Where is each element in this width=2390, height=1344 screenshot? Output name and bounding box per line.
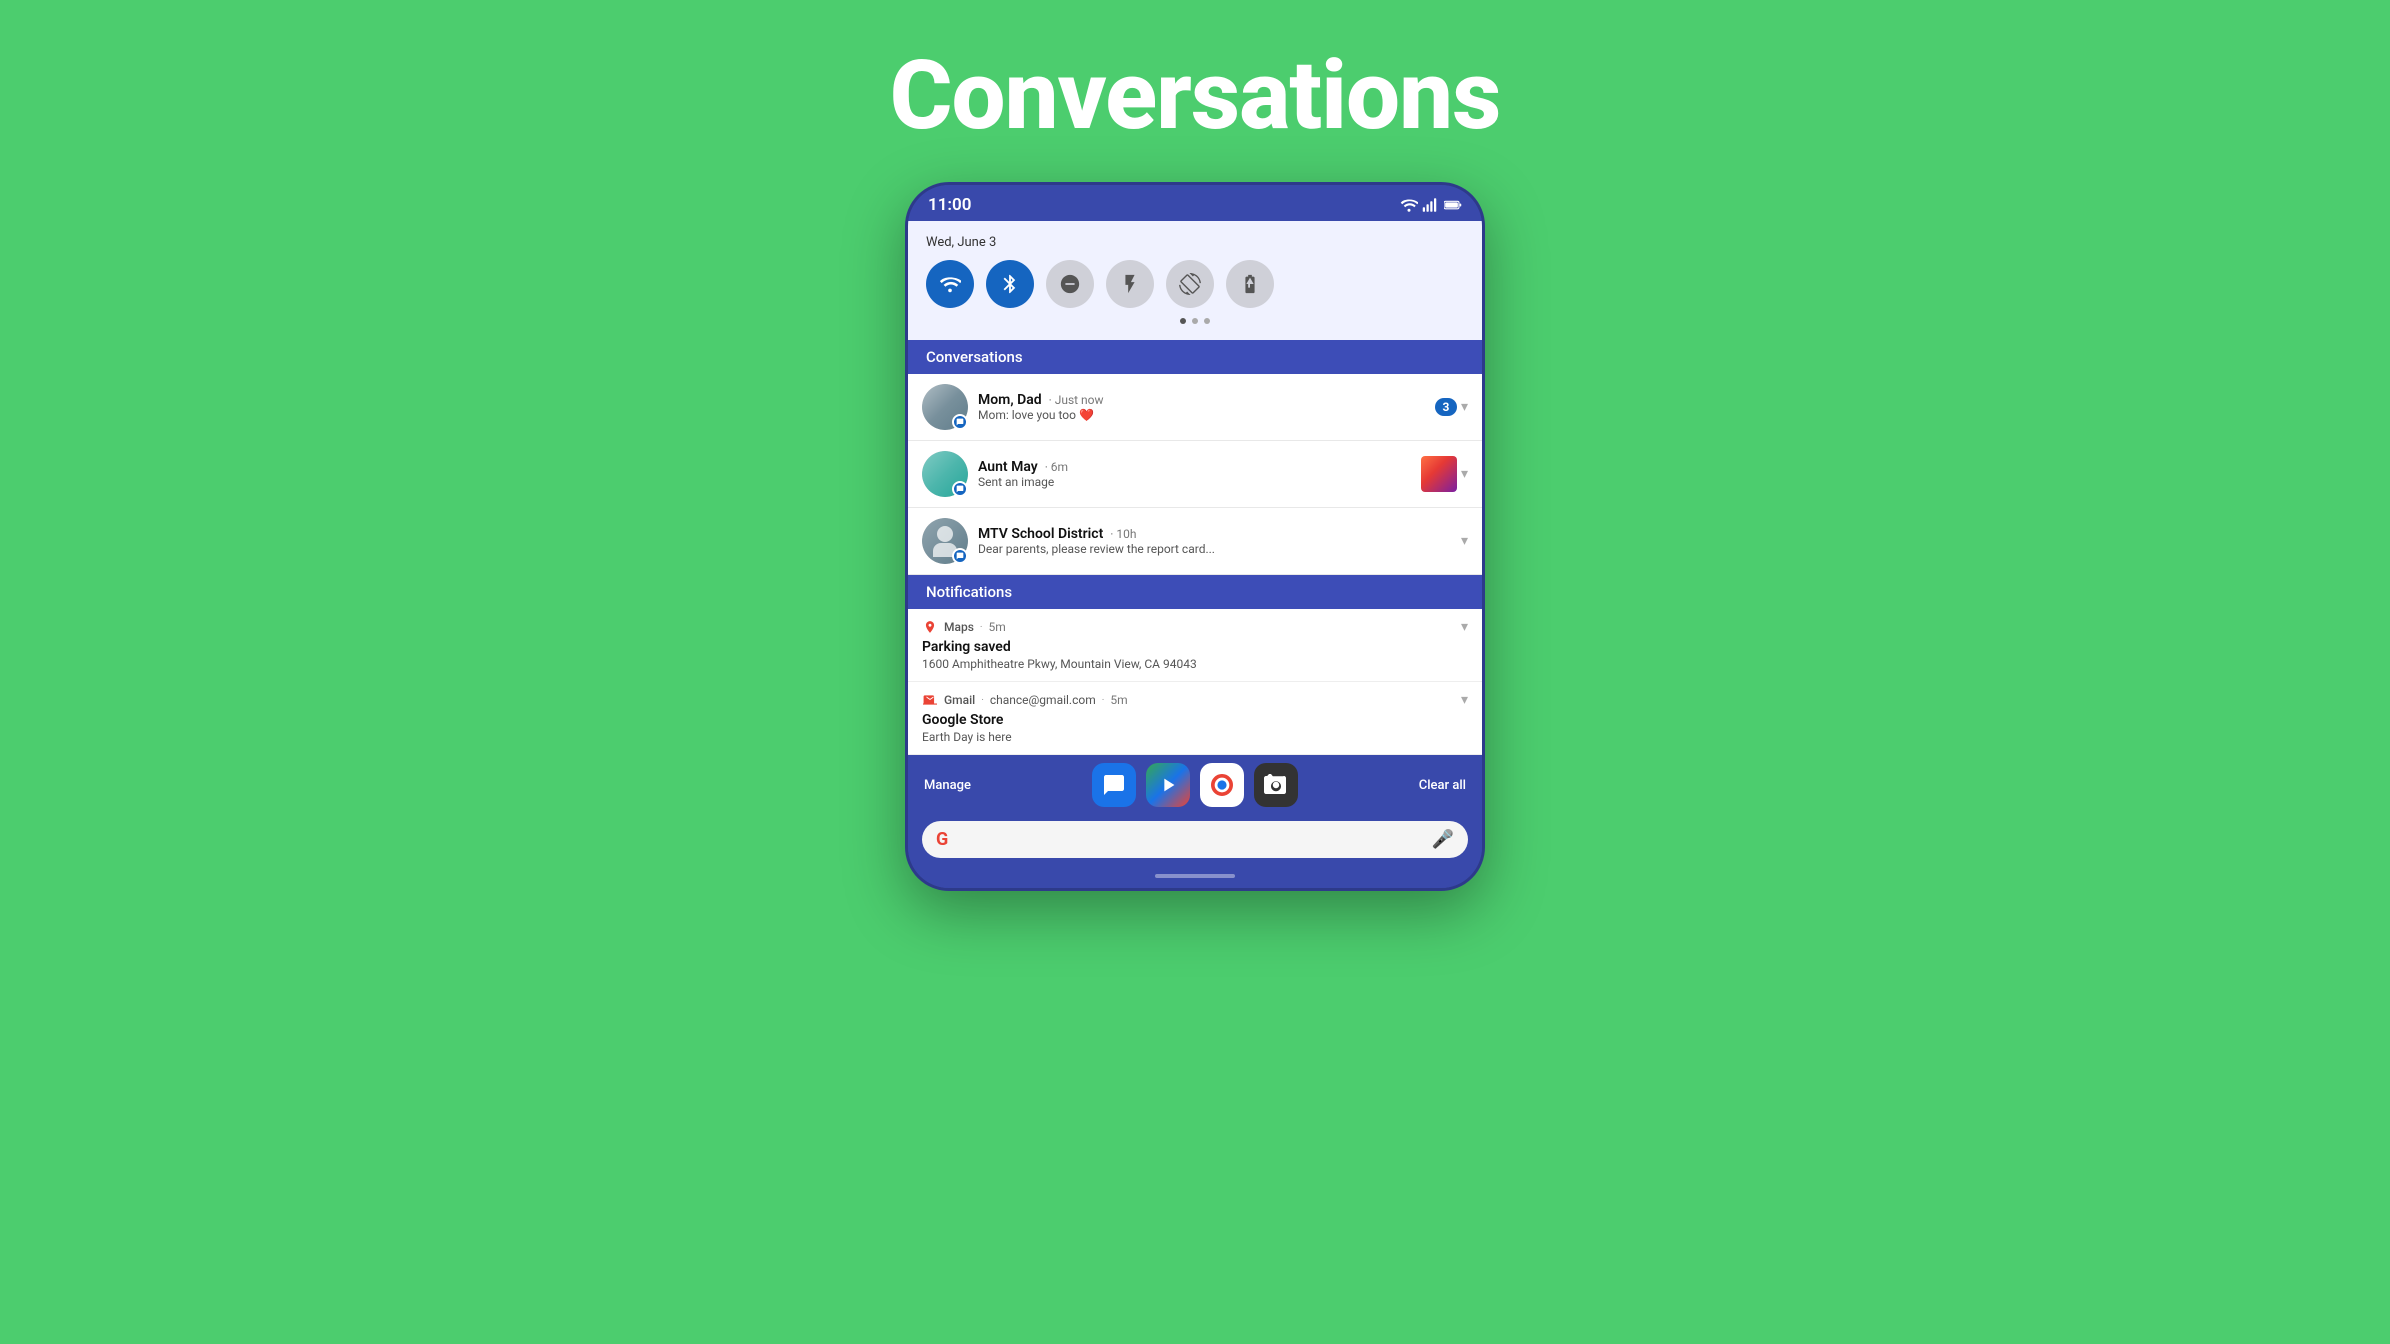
qs-battery-toggle[interactable]: [1226, 260, 1274, 308]
qs-flashlight-toggle[interactable]: [1106, 260, 1154, 308]
conv-right-aunt-may: ▾: [1421, 456, 1468, 492]
conv-message-2: Sent an image: [978, 475, 1411, 489]
conversations-header: Conversations: [908, 340, 1482, 374]
gmail-notif-title: Google Store: [922, 712, 1468, 728]
phone-shell: 11:00 Wed, June 3: [905, 182, 1485, 891]
maps-notif-body: 1600 Amphitheatre Pkwy, Mountain View, C…: [922, 657, 1468, 671]
battery-icon: [1444, 196, 1462, 214]
conv-header-row-3: MTV School District · 10h: [978, 526, 1451, 542]
qs-bluetooth-toggle[interactable]: [986, 260, 1034, 308]
search-inner[interactable]: G 🎤: [922, 821, 1468, 858]
conv-item-aunt-may[interactable]: Aunt May · 6m Sent an image ▾: [908, 441, 1482, 508]
play-app-icon[interactable]: [1146, 763, 1190, 807]
qs-toggles: [926, 260, 1464, 308]
chevron-down-icon-2[interactable]: ▾: [1461, 466, 1468, 482]
conv-time-3: · 10h: [1107, 527, 1136, 541]
notif-gmail[interactable]: Gmail · chance@gmail.com · 5m ▾ Google S…: [908, 682, 1482, 755]
messages-app-icon[interactable]: [1092, 763, 1136, 807]
qs-autorotate-toggle[interactable]: [1166, 260, 1214, 308]
gmail-email: chance@gmail.com: [990, 693, 1096, 707]
camera-app-icon[interactable]: [1254, 763, 1298, 807]
conv-time: · Just now: [1046, 393, 1104, 407]
manage-label[interactable]: Manage: [924, 778, 971, 793]
conv-time-2: · 6m: [1042, 460, 1068, 474]
maps-chevron-icon[interactable]: ▾: [1461, 619, 1468, 635]
clear-all-label[interactable]: Clear all: [1419, 778, 1466, 793]
notif-maps[interactable]: Maps · 5m ▾ Parking saved 1600 Amphithea…: [908, 609, 1482, 682]
status-time: 11:00: [928, 195, 971, 215]
messages-badge-icon-3: [952, 548, 968, 564]
conv-right-mom-dad: 3 ▾: [1435, 398, 1468, 416]
gmail-app-name: Gmail: [944, 693, 975, 707]
status-bar: 11:00: [908, 185, 1482, 221]
gmail-notif-body: Earth Day is here: [922, 730, 1468, 744]
chevron-down-icon-3[interactable]: ▾: [1461, 533, 1468, 549]
qs-dot-3: [1204, 318, 1210, 324]
conv-content-aunt-may: Aunt May · 6m Sent an image: [978, 459, 1411, 489]
mic-icon[interactable]: 🎤: [1432, 829, 1454, 850]
avatar-aunt-may: [922, 451, 968, 497]
qs-wifi-toggle[interactable]: [926, 260, 974, 308]
image-thumbnail: [1421, 456, 1457, 492]
conv-message-3: Dear parents, please review the report c…: [978, 542, 1451, 556]
status-icons: [1400, 196, 1462, 214]
avatar-mom-dad: [922, 384, 968, 430]
dock-icons: [1092, 763, 1298, 807]
wifi-icon: [1400, 196, 1418, 214]
gmail-chevron-icon[interactable]: ▾: [1461, 692, 1468, 708]
messages-badge-icon-2: [952, 481, 968, 497]
qs-dots: [926, 318, 1464, 324]
conv-name-3: MTV School District: [978, 526, 1103, 542]
unread-badge: 3: [1435, 398, 1457, 416]
conv-item-mtv[interactable]: MTV School District · 10h Dear parents, …: [908, 508, 1482, 575]
conv-content-mtv: MTV School District · 10h Dear parents, …: [978, 526, 1451, 556]
notif-app-left-gmail: Gmail · chance@gmail.com · 5m: [922, 692, 1128, 708]
conv-message: Mom: love you too ❤️: [978, 408, 1425, 422]
quick-settings: Wed, June 3: [908, 221, 1482, 340]
conv-header-row-2: Aunt May · 6m: [978, 459, 1411, 475]
qs-dnd-toggle[interactable]: [1046, 260, 1094, 308]
conv-name-2: Aunt May: [978, 459, 1038, 475]
qs-dot-1: [1180, 318, 1186, 324]
avatar-mtv: [922, 518, 968, 564]
dot-separator-2: ·: [981, 695, 984, 706]
gmail-time: 5m: [1110, 693, 1127, 707]
maps-notif-title: Parking saved: [922, 639, 1468, 655]
chrome-app-icon[interactable]: [1200, 763, 1244, 807]
maps-app-name: Maps: [944, 620, 974, 634]
qs-date: Wed, June 3: [926, 235, 1464, 250]
home-bar: [1155, 874, 1235, 878]
conv-item-mom-dad[interactable]: Mom, Dad · Just now Mom: love you too ❤️…: [908, 374, 1482, 441]
messages-badge-icon: [952, 414, 968, 430]
google-logo: G: [936, 829, 948, 850]
search-bar: G 🎤: [908, 815, 1482, 868]
notif-app-row-maps: Maps · 5m ▾: [922, 619, 1468, 635]
dot-separator-3: ·: [1102, 695, 1105, 706]
dock: Manage: [908, 755, 1482, 815]
notifications-header: Notifications: [908, 575, 1482, 609]
maps-time: 5m: [989, 620, 1006, 634]
conv-header-row: Mom, Dad · Just now: [978, 392, 1425, 408]
chevron-down-icon[interactable]: ▾: [1461, 399, 1468, 415]
dot-separator: ·: [980, 622, 983, 633]
gmail-app-icon: [922, 692, 938, 708]
maps-app-icon: [922, 619, 938, 635]
conv-right-mtv: ▾: [1461, 533, 1468, 549]
notif-app-row-gmail: Gmail · chance@gmail.com · 5m ▾: [922, 692, 1468, 708]
conv-content-mom-dad: Mom, Dad · Just now Mom: love you too ❤️: [978, 392, 1425, 422]
qs-dot-2: [1192, 318, 1198, 324]
conv-name: Mom, Dad: [978, 392, 1042, 408]
signal-icon: [1422, 196, 1440, 214]
notif-app-left-maps: Maps · 5m: [922, 619, 1006, 635]
home-indicator: [908, 868, 1482, 888]
page-title: Conversations: [890, 40, 1501, 152]
conversations-list: Mom, Dad · Just now Mom: love you too ❤️…: [908, 374, 1482, 575]
